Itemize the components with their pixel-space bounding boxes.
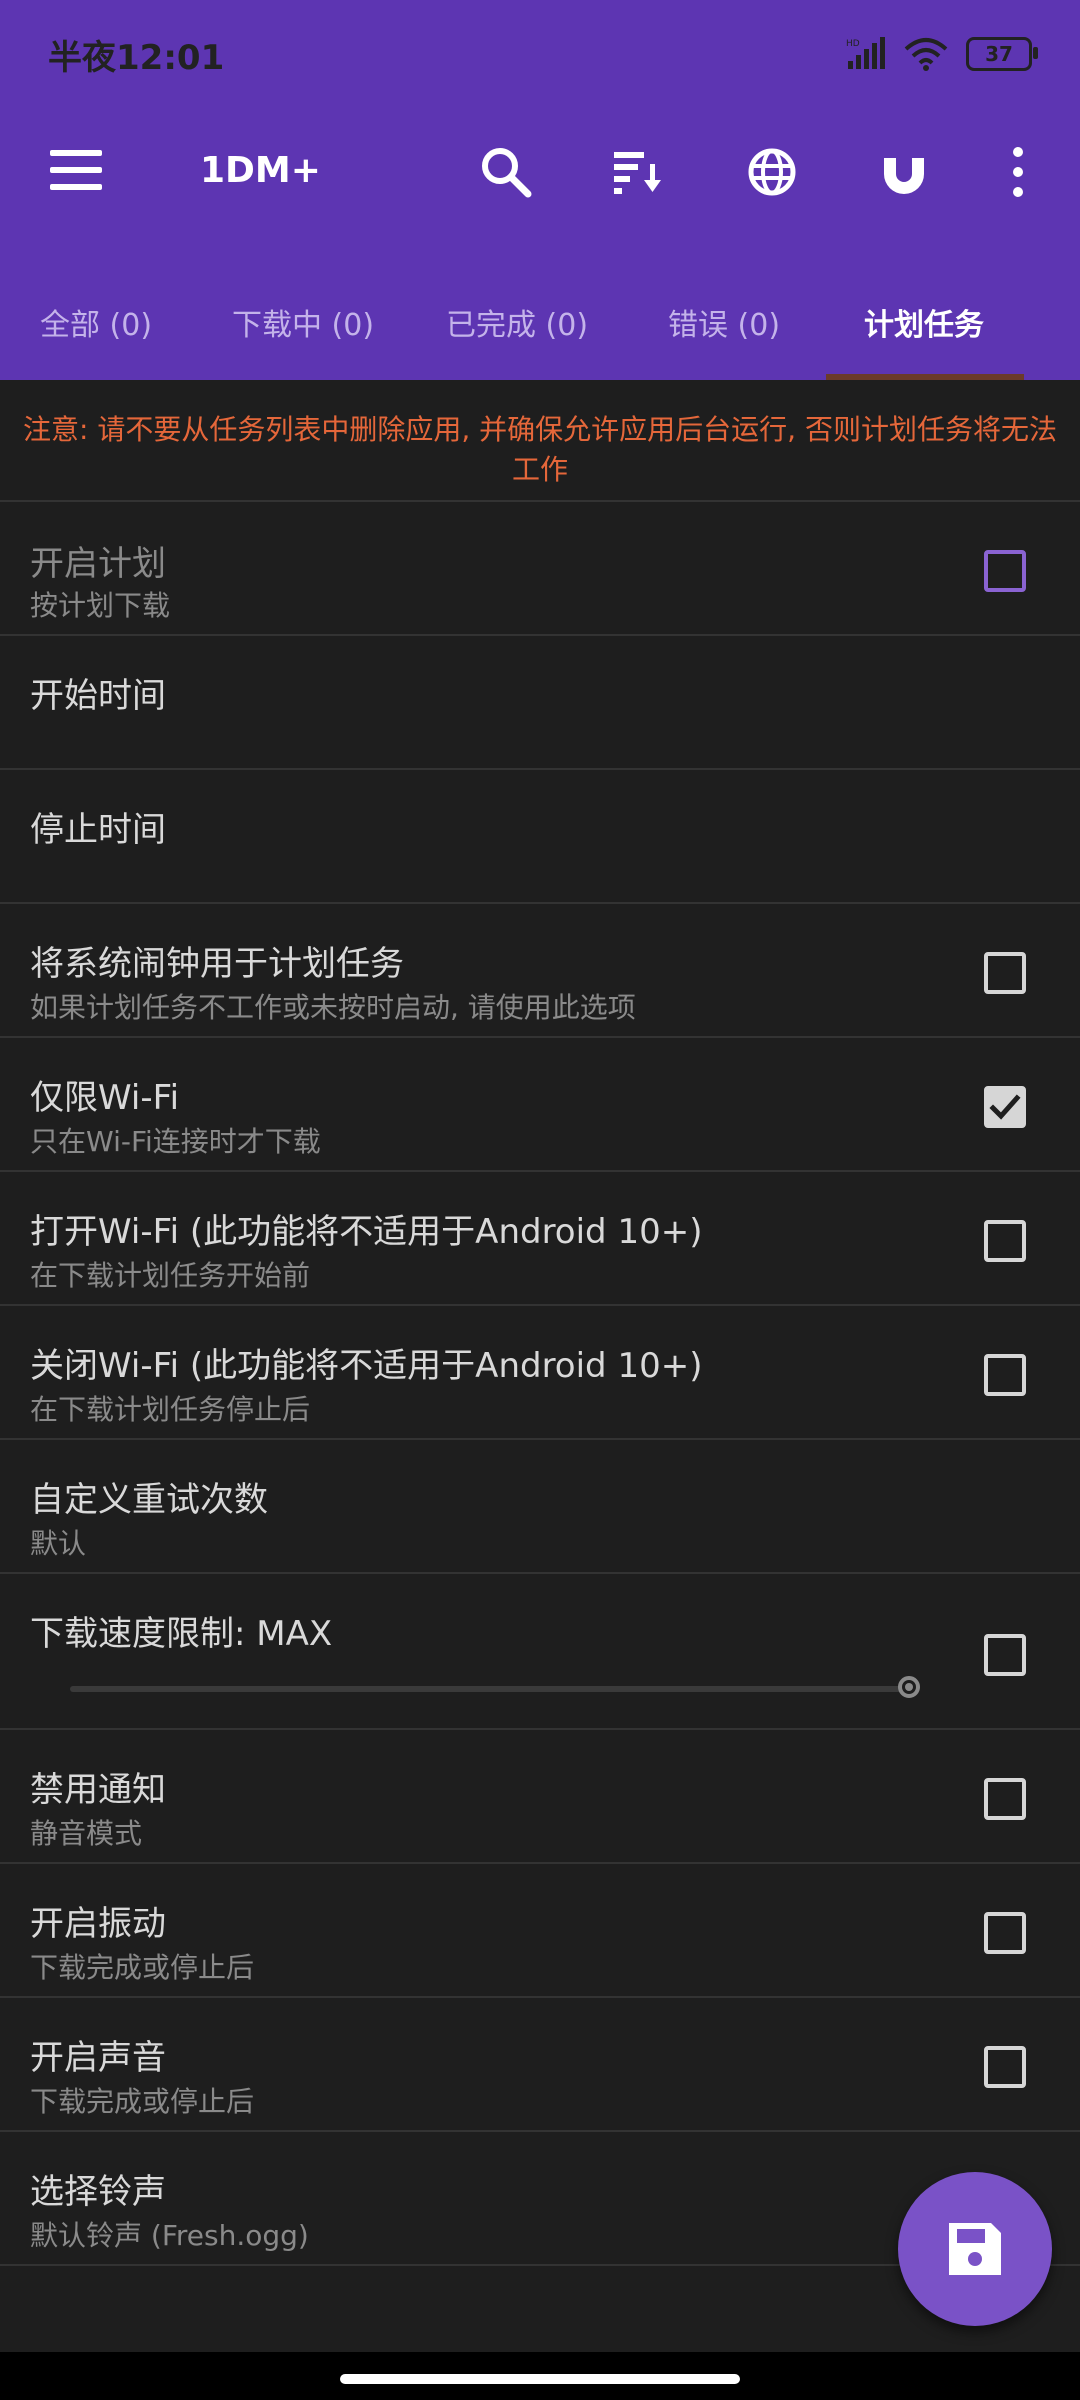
setting-title: 开启振动 <box>30 1904 166 1944</box>
tab-downloading[interactable]: 下载中 (0) <box>232 300 374 344</box>
svg-text:HD: HD <box>846 39 860 49</box>
save-button[interactable] <box>898 2172 1052 2326</box>
setting-start-time[interactable]: 开始时间 <box>0 636 1080 768</box>
setting-title: 禁用通知 <box>30 1770 166 1810</box>
setting-speed-limit[interactable]: 下载速度限制: MAX <box>0 1574 1080 1728</box>
setting-subtitle: 如果计划任务不工作或未按时启动, 请使用此选项 <box>30 991 636 1024</box>
battery-level: 37 <box>985 42 1013 66</box>
tab-errors[interactable]: 错误 (0) <box>668 300 780 344</box>
setting-sound[interactable]: 开启声音 下载完成或停止后 <box>0 1998 1080 2130</box>
sort-icon[interactable] <box>610 144 666 200</box>
app-header: 半夜12:01 HD 37 1DM+ 全部 (0) 下载中 (0) 已完成 (0… <box>0 0 1080 380</box>
slider-thumb[interactable] <box>898 1676 920 1698</box>
search-icon[interactable] <box>478 144 534 200</box>
setting-title: 开始时间 <box>30 676 166 716</box>
setting-turn-on-wifi[interactable]: 打开Wi-Fi (此功能将不适用于Android 10+) 在下载计划任务开始前 <box>0 1172 1080 1304</box>
setting-title: 开启计划 <box>30 544 166 584</box>
schedule-notice: 注意: 请不要从任务列表中删除应用, 并确保允许应用后台运行, 否则计划任务将无… <box>23 413 1057 486</box>
home-gesture-bar[interactable] <box>340 2374 740 2384</box>
setting-subtitle: 默认铃声 (Fresh.ogg) <box>30 2219 309 2252</box>
setting-vibration[interactable]: 开启振动 下载完成或停止后 <box>0 1864 1080 1996</box>
setting-title: 关闭Wi-Fi (此功能将不适用于Android 10+) <box>30 1346 703 1386</box>
setting-subtitle: 下载完成或停止后 <box>30 1951 255 1984</box>
setting-subtitle: 按计划下载 <box>30 589 171 622</box>
status-bar: 半夜12:01 HD 37 <box>0 0 1080 110</box>
vibration-checkbox[interactable] <box>984 1912 1026 1954</box>
setting-turn-off-wifi[interactable]: 关闭Wi-Fi (此功能将不适用于Android 10+) 在下载计划任务停止后 <box>0 1306 1080 1438</box>
status-icons: HD 37 <box>846 34 1038 74</box>
save-icon <box>949 2223 1001 2275</box>
setting-title: 打开Wi-Fi (此功能将不适用于Android 10+) <box>30 1212 703 1252</box>
magnet-icon[interactable] <box>876 144 932 200</box>
setting-subtitle: 只在Wi-Fi连接时才下载 <box>30 1125 321 1158</box>
setting-title: 停止时间 <box>30 810 166 850</box>
setting-title: 将系统闹钟用于计划任务 <box>30 944 404 984</box>
setting-subtitle: 静音模式 <box>30 1817 143 1850</box>
setting-stop-time[interactable]: 停止时间 <box>0 770 1080 902</box>
more-vert-icon[interactable] <box>990 144 1046 200</box>
speed-limit-slider[interactable] <box>70 1686 910 1692</box>
setting-subtitle: 下载完成或停止后 <box>30 2085 255 2118</box>
tab-indicator <box>826 374 1024 380</box>
enable-schedule-checkbox[interactable] <box>984 550 1026 592</box>
setting-subtitle: 在下载计划任务停止后 <box>30 1393 311 1426</box>
tab-all[interactable]: 全部 (0) <box>40 300 152 344</box>
setting-system-alarm[interactable]: 将系统闹钟用于计划任务 如果计划任务不工作或未按时启动, 请使用此选项 <box>0 904 1080 1036</box>
turn-on-wifi-checkbox[interactable] <box>984 1220 1026 1262</box>
wifi-only-checkbox[interactable] <box>984 1086 1026 1128</box>
browser-icon[interactable] <box>744 144 800 200</box>
setting-subtitle: 在下载计划任务开始前 <box>30 1259 311 1292</box>
disable-notifications-checkbox[interactable] <box>984 1778 1026 1820</box>
status-time: 半夜12:01 <box>48 38 225 78</box>
setting-wifi-only[interactable]: 仅限Wi-Fi 只在Wi-Fi连接时才下载 <box>0 1038 1080 1170</box>
tab-bar: 全部 (0) 下载中 (0) 已完成 (0) 错误 (0) 计划任务 <box>0 270 1080 380</box>
speed-limit-checkbox[interactable] <box>984 1634 1026 1676</box>
setting-title: 自定义重试次数 <box>30 1480 268 1520</box>
setting-title: 开启声音 <box>30 2038 166 2078</box>
setting-retry-count[interactable]: 自定义重试次数 默认 <box>0 1440 1080 1572</box>
turn-off-wifi-checkbox[interactable] <box>984 1354 1026 1396</box>
signal-icon: HD <box>846 37 885 69</box>
toolbar: 1DM+ <box>0 110 1080 230</box>
tab-completed[interactable]: 已完成 (0) <box>446 300 588 344</box>
setting-subtitle: 默认 <box>30 1527 87 1560</box>
check-icon <box>989 1094 1021 1120</box>
app-title: 1DM+ <box>200 150 321 191</box>
setting-title: 下载速度限制: MAX <box>30 1614 333 1654</box>
setting-enable-schedule[interactable]: 开启计划 按计划下载 <box>0 502 1080 634</box>
setting-disable-notifications[interactable]: 禁用通知 静音模式 <box>0 1730 1080 1862</box>
system-alarm-checkbox[interactable] <box>984 952 1026 994</box>
wifi-icon <box>904 38 948 71</box>
tab-scheduled[interactable]: 计划任务 <box>864 300 984 344</box>
setting-title: 选择铃声 <box>30 2172 166 2212</box>
menu-icon[interactable] <box>50 150 102 190</box>
sound-checkbox[interactable] <box>984 2046 1026 2088</box>
system-nav-bar <box>0 2352 1080 2400</box>
battery-icon: 37 <box>966 37 1038 71</box>
setting-title: 仅限Wi-Fi <box>30 1078 180 1118</box>
